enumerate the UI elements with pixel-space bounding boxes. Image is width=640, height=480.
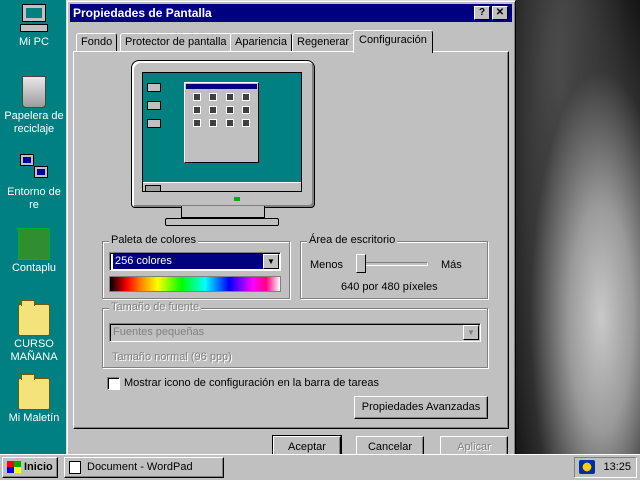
taskbar-item-label: Document - WordPad [87, 461, 193, 473]
dialog-titlebar[interactable]: Propiedades de Pantalla ? ✕ [70, 4, 512, 22]
folder-icon [18, 300, 50, 336]
document-icon [69, 461, 81, 474]
monitor-base [165, 218, 279, 226]
desktop-icon-label: Entorno de re [0, 186, 68, 212]
desktop-icon-contaplu[interactable]: Contaplu [0, 228, 68, 275]
recycle-bin-icon [22, 76, 46, 108]
font-size-label: Tamaño de fuente [109, 301, 202, 313]
wallpaper-image [510, 0, 640, 454]
windows-logo-icon [7, 461, 21, 473]
briefcase-icon [18, 374, 50, 410]
desktop-icon-label: Contaplu [10, 262, 58, 275]
display-settings-icon[interactable] [579, 460, 595, 474]
computer-icon [18, 2, 50, 34]
power-led [234, 197, 240, 201]
preview-desktop-icon [147, 83, 161, 92]
desktop-icon-my-computer[interactable]: Mi PC [0, 2, 68, 49]
preview-desktop-icon [147, 101, 161, 110]
desktop-icon-label: Mi PC [18, 36, 50, 49]
desktop-area-label: Área de escritorio [307, 234, 398, 246]
system-tray: 13:25 [574, 457, 637, 478]
font-size-value: Fuentes pequeñas [113, 326, 205, 338]
tab-apariencia[interactable]: Apariencia [230, 33, 292, 52]
palette-value: 256 colores [113, 254, 263, 269]
advanced-properties-button[interactable]: Propiedades Avanzadas [354, 396, 488, 419]
start-button[interactable]: Inicio [2, 457, 58, 478]
chevron-down-icon[interactable]: ▼ [263, 254, 279, 269]
desktop-icon-curso-manana[interactable]: CURSO MAÑANA [0, 300, 68, 364]
start-label: Inicio [24, 461, 53, 473]
desktop-icon-label: CURSO MAÑANA [0, 338, 68, 364]
slider-min-label: Menos [310, 259, 344, 271]
desktop-icon-network[interactable]: Entorno de re [0, 152, 68, 212]
resolution-slider-thumb[interactable] [356, 254, 366, 273]
tab-protector[interactable]: Protector de pantalla [120, 33, 232, 52]
close-button[interactable]: ✕ [492, 6, 508, 20]
resolution-text: 640 por 480 píxeles [341, 281, 438, 293]
palette-label: Paleta de colores [109, 234, 198, 246]
tab-fondo[interactable]: Fondo [76, 33, 118, 52]
monitor-neck [181, 206, 265, 218]
color-spectrum-bar [109, 276, 281, 292]
tab-configuracion[interactable]: Configuración [353, 30, 433, 53]
taskbar-item-wordpad[interactable]: Document - WordPad [64, 457, 224, 478]
chevron-down-icon[interactable]: ▼ [463, 325, 479, 340]
monitor-preview [131, 60, 315, 208]
desktop-icon-recycle-bin[interactable]: Papelera de reciclaje [0, 76, 68, 136]
font-size-note: Tamaño normal (96 ppp) [112, 351, 232, 363]
desktop-icon-briefcase[interactable]: Mi Maletín [0, 374, 68, 425]
desktop-icon-label: Papelera de reciclaje [0, 110, 68, 136]
font-size-dropdown[interactable]: Fuentes pequeñas ▼ [109, 323, 481, 342]
resolution-slider-track[interactable] [356, 262, 428, 266]
dialog-title: Propiedades de Pantalla [73, 6, 212, 20]
preview-screen [142, 72, 302, 192]
preview-window [184, 82, 259, 163]
help-button[interactable]: ? [474, 6, 490, 20]
app-icon [18, 228, 50, 260]
preview-desktop-icon [147, 119, 161, 128]
clock[interactable]: 13:25 [603, 460, 631, 475]
slider-max-label: Más [441, 259, 462, 271]
desktop-icon-label: Mi Maletín [7, 412, 61, 425]
preview-taskbar [143, 182, 301, 191]
tab-regenerar[interactable]: Regenerar [292, 33, 354, 52]
taskbar: Inicio Document - WordPad 13:25 [0, 454, 640, 480]
network-icon [18, 152, 50, 184]
palette-dropdown[interactable]: 256 colores ▼ [109, 252, 281, 271]
show-icon-label[interactable]: Mostrar icono de configuración en la bar… [124, 377, 379, 389]
show-icon-checkbox[interactable] [107, 377, 120, 390]
